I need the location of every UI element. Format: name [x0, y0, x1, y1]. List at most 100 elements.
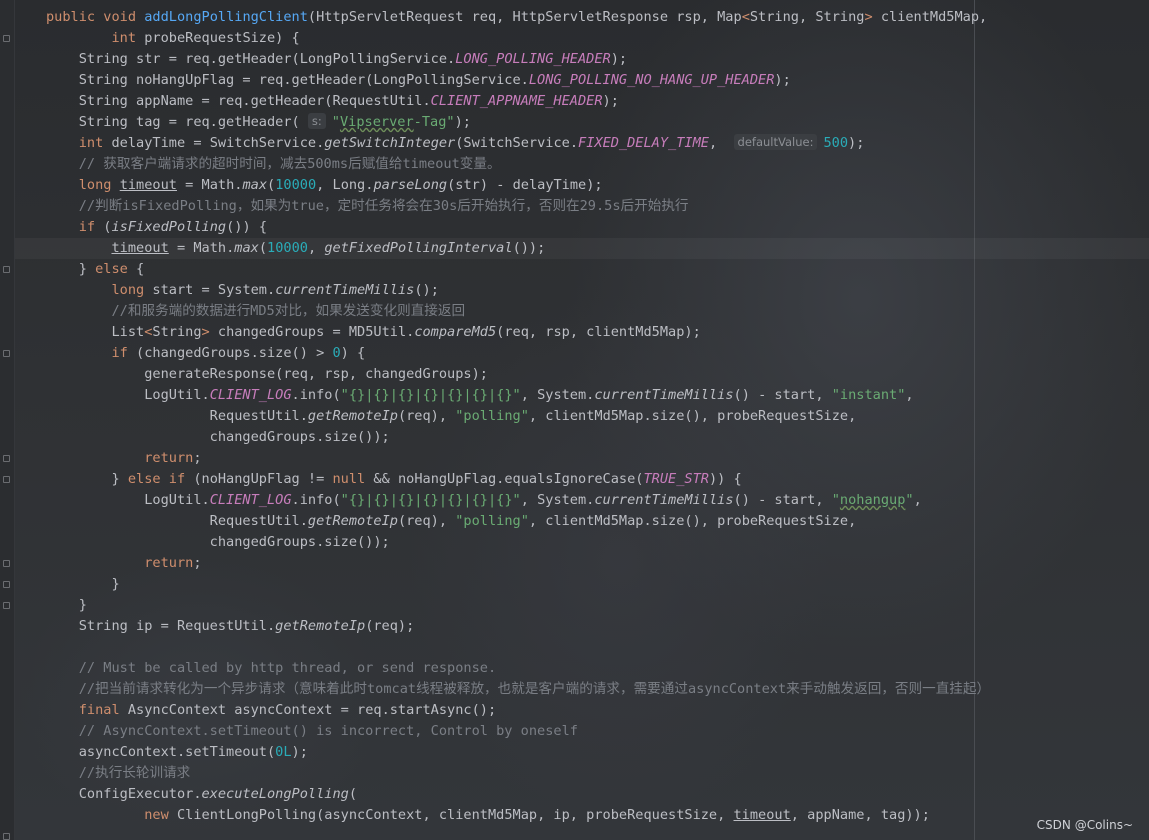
code-line[interactable]: LogUtil.CLIENT_LOG.info("{}|{}|{}|{}|{}|…: [15, 385, 1149, 406]
code-line[interactable]: asyncContext.setTimeout(0L);: [15, 742, 1149, 763]
code-token: //把当前请求转化为一个异步请求（意味着此时tomcat线程被释放，也就是客户端…: [46, 681, 991, 697]
code-line[interactable]: long start = System.currentTimeMillis();: [15, 280, 1149, 301]
code-line[interactable]: // AsyncContext.setTimeout() is incorrec…: [15, 721, 1149, 742]
code-line[interactable]: }: [15, 595, 1149, 616]
code-token: , System.: [520, 387, 595, 403]
code-token: AsyncContext asyncContext = req.startAsy…: [119, 702, 497, 718]
code-token: FIXED_DELAY_TIME: [578, 135, 709, 151]
fold-marker-icon[interactable]: [3, 350, 10, 357]
code-token: asyncContext.setTimeout(: [46, 744, 276, 760]
code-line[interactable]: String noHangUpFlag = req.getHeader(Long…: [15, 70, 1149, 91]
code-line[interactable]: // Must be called by http thread, or sen…: [15, 658, 1149, 679]
fold-marker-icon[interactable]: [3, 476, 10, 483]
code-token: >: [864, 9, 873, 25]
code-token: return: [144, 450, 194, 466]
code-token: String: [152, 324, 202, 340]
code-line[interactable]: String ip = RequestUtil.getRemoteIp(req)…: [15, 616, 1149, 637]
code-token: getRemoteIp: [307, 408, 398, 424]
fold-marker-icon[interactable]: [3, 560, 10, 567]
code-line[interactable]: String str = req.getHeader(LongPollingSe…: [15, 49, 1149, 70]
code-token: // AsyncContext.setTimeout() is incorrec…: [46, 723, 578, 739]
code-line[interactable]: return;: [15, 553, 1149, 574]
code-token: (HttpServletRequest req, HttpServletResp…: [307, 9, 742, 25]
code-token: String noHangUpFlag = req.getHeader(Long…: [46, 72, 529, 88]
code-token: ,: [905, 387, 914, 403]
code-token: timeout: [733, 807, 791, 823]
code-line[interactable]: //和服务端的数据进行MD5对比，如果发送变化则直接返回: [15, 301, 1149, 322]
code-editor[interactable]: public void addLongPollingClient(HttpSer…: [15, 7, 1149, 826]
fold-marker-icon[interactable]: [3, 602, 10, 609]
code-token: timeout: [119, 177, 177, 193]
code-token: = Math.: [176, 177, 243, 193]
code-line[interactable]: }: [15, 574, 1149, 595]
code-token: , appName, tag));: [790, 807, 930, 823]
code-token: CLIENT_APPNAME_HEADER: [430, 93, 603, 109]
code-line[interactable]: //判断isFixedPolling，如果为true，定时任务将会在30s后开始…: [15, 196, 1149, 217]
code-token: // Must be called by http thread, or sen…: [46, 660, 497, 676]
code-line[interactable]: if (isFixedPolling()) {: [15, 217, 1149, 238]
code-token: );: [848, 135, 865, 151]
code-line[interactable]: // 获取客户端请求的超时时间，减去500ms后赋值给timeout变量。: [15, 154, 1149, 175]
code-token: getSwitchInteger: [324, 135, 456, 151]
code-line[interactable]: return;: [15, 448, 1149, 469]
code-token: ()) {: [226, 219, 267, 235]
code-line[interactable]: [15, 637, 1149, 658]
code-line[interactable]: String tag = req.getHeader( s: "Vipserver…: [15, 112, 1149, 133]
code-token: "polling": [455, 513, 529, 529]
code-line[interactable]: RequestUtil.getRemoteIp(req), "polling",…: [15, 511, 1149, 532]
code-line[interactable]: changedGroups.size());: [15, 532, 1149, 553]
code-token: int: [111, 30, 137, 46]
code-token: .info(: [291, 492, 341, 508]
code-token: (: [258, 240, 268, 256]
code-token: );: [602, 93, 619, 109]
code-token: timeout: [111, 240, 169, 256]
code-line[interactable]: new ClientLongPolling(asyncContext, clie…: [15, 805, 1149, 826]
code-line[interactable]: timeout = Math.max(10000, getFixedPollin…: [15, 238, 1149, 259]
code-line[interactable]: ConfigExecutor.executeLongPolling(: [15, 784, 1149, 805]
fold-marker-icon[interactable]: [3, 833, 10, 840]
code-token: , clientMd5Map.size(), probeRequestSize,: [528, 513, 857, 529]
code-line[interactable]: public void addLongPollingClient(HttpSer…: [15, 7, 1149, 28]
code-line[interactable]: //执行长轮训请求: [15, 763, 1149, 784]
code-line[interactable]: String appName = req.getHeader(RequestUt…: [15, 91, 1149, 112]
code-token: //和服务端的数据进行MD5对比，如果发送变化则直接返回: [46, 303, 466, 319]
code-line[interactable]: generateResponse(req, rsp, changedGroups…: [15, 364, 1149, 385]
code-line[interactable]: LogUtil.CLIENT_LOG.info("{}|{}|{}|{}|{}|…: [15, 490, 1149, 511]
code-line[interactable]: int delayTime = SwitchService.getSwitchI…: [15, 133, 1149, 154]
code-line[interactable]: if (changedGroups.size() > 0) {: [15, 343, 1149, 364]
code-token: String tag = req.getHeader(: [46, 114, 308, 130]
code-token: "{}|{}|{}|{}|{}|{}|{}": [340, 387, 521, 403]
code-token: int: [78, 135, 104, 151]
code-token: return: [144, 555, 194, 571]
code-line[interactable]: int probeRequestSize) {: [15, 28, 1149, 49]
code-token: String ip = RequestUtil.: [46, 618, 276, 634]
code-line[interactable]: RequestUtil.getRemoteIp(req), "polling",…: [15, 406, 1149, 427]
fold-marker-icon[interactable]: [3, 455, 10, 462]
code-line[interactable]: final AsyncContext asyncContext = req.st…: [15, 700, 1149, 721]
code-token: );: [454, 114, 471, 130]
code-line[interactable]: //把当前请求转化为一个异步请求（意味着此时tomcat线程被释放，也就是客户端…: [15, 679, 1149, 700]
code-token: if: [78, 219, 96, 235]
code-line[interactable]: changedGroups.size());: [15, 427, 1149, 448]
code-line[interactable]: } else {: [15, 259, 1149, 280]
watermark: CSDN @Colins~: [1036, 818, 1133, 832]
code-token: RequestUtil.: [46, 408, 308, 424]
code-token: }: [46, 576, 120, 592]
fold-marker-icon[interactable]: [3, 581, 10, 588]
code-token: , Long.: [316, 177, 374, 193]
fold-marker-icon[interactable]: [3, 266, 10, 273]
editor-gutter: [0, 0, 15, 840]
code-token: getRemoteIp: [307, 513, 398, 529]
code-token: currentTimeMillis: [275, 282, 415, 298]
code-line[interactable]: long timeout = Math.max(10000, Long.pars…: [15, 175, 1149, 196]
code-token: = Math.: [168, 240, 235, 256]
code-token: //执行长轮训请求: [46, 765, 191, 781]
code-line[interactable]: List<String> changedGroups = MD5Util.com…: [15, 322, 1149, 343]
code-token: <: [741, 9, 750, 25]
code-token: changedGroups.size());: [46, 429, 390, 445]
fold-marker-icon[interactable]: [3, 35, 10, 42]
code-line[interactable]: } else if (noHangUpFlag != null && noHan…: [15, 469, 1149, 490]
